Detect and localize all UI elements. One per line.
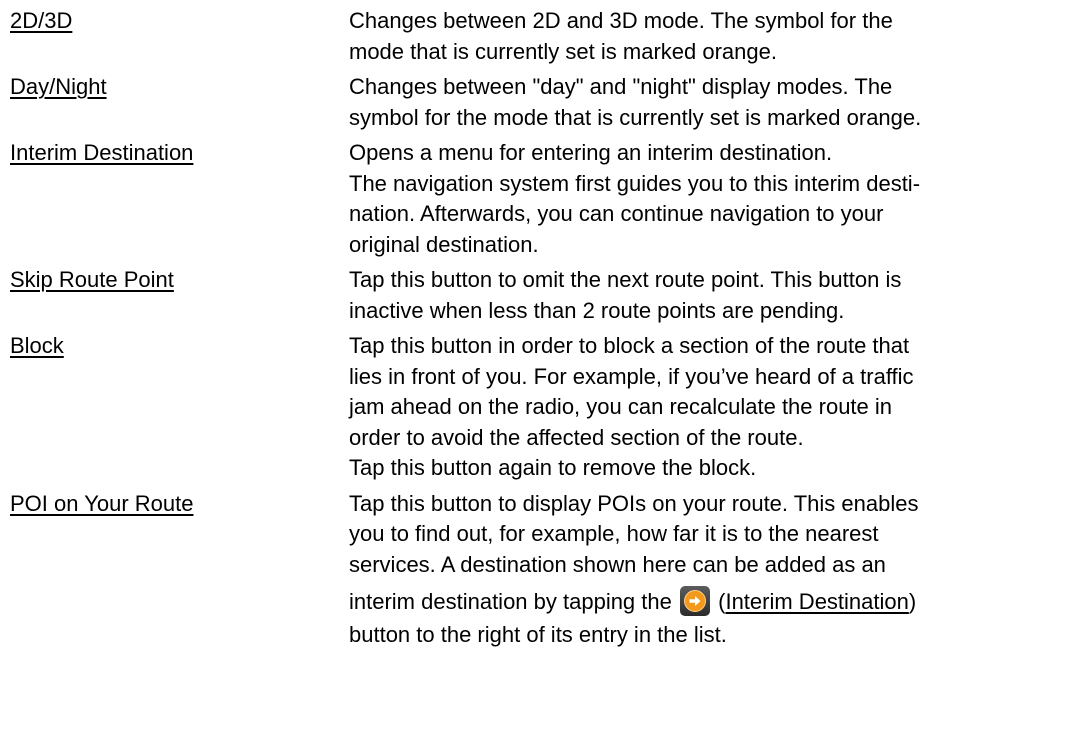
description-line: original destination. — [349, 231, 539, 257]
entry-poi-on-your-route: POI on Your Route Tap this button to dis… — [10, 489, 1070, 651]
description-line: button to the right of its entry in the … — [349, 622, 727, 647]
glossary-document: 2D/3D Changes between 2D and 3D mode. Th… — [10, 6, 1070, 656]
term-day-night: Day/Night — [10, 74, 107, 99]
entry-interim-destination: Interim Destination Opens a menu for ent… — [10, 138, 1070, 260]
description-2d-3d: Changes between 2D and 3D mode. The symb… — [349, 6, 1074, 67]
description-line: mode that is currently set is marked ora… — [349, 38, 777, 64]
arrow-right-circle-icon — [684, 590, 706, 613]
description-line: nation. Afterwards, you can continue nav… — [349, 201, 884, 226]
term-skip-route-point: Skip Route Point — [10, 267, 174, 292]
description-line: lies in front of you. For example, if yo… — [349, 363, 914, 389]
description-interim-destination: Opens a menu for entering an interim des… — [349, 138, 1074, 260]
description-line: Opens a menu for entering an interim des… — [349, 140, 833, 165]
description-line: symbol for the mode that is currently se… — [349, 104, 922, 130]
entry-day-night: Day/Night Changes between "day" and "nig… — [10, 72, 1070, 133]
description-line: order to avoid the affected section of t… — [349, 424, 804, 450]
description-line: jam ahead on the radio, you can recalcul… — [349, 394, 893, 419]
description-line: Changes between "day" and "night" displa… — [349, 74, 893, 99]
paren-close: ) — [908, 589, 917, 614]
entry-skip-route-point: Skip Route Point Tap this button to omit… — [10, 265, 1070, 326]
description-line: services. A destination shown here can b… — [349, 551, 886, 577]
term-poi-on-your-route: POI on Your Route — [10, 490, 194, 516]
term-2d-3d: 2D/3D — [10, 8, 73, 33]
description-line-with-icon: interim destination by tapping the (Inte… — [349, 584, 1074, 620]
term-interim-destination: Interim Destination — [10, 140, 194, 165]
term-block: Block — [10, 333, 64, 358]
entry-block: Block Tap this button in order to block … — [10, 331, 1070, 484]
description-line: Tap this button to display POIs on your … — [349, 490, 919, 516]
description-day-night: Changes between "day" and "night" displa… — [349, 72, 1074, 133]
description-line: The navigation system first guides you t… — [349, 170, 921, 196]
description-line: you to find out, for example, how far it… — [349, 521, 879, 546]
description-line: Tap this button again to remove the bloc… — [349, 455, 757, 480]
description-line: Tap this button in order to block a sect… — [349, 333, 910, 358]
interim-destination-link: Interim Destination — [725, 589, 909, 614]
description-block: Tap this button in order to block a sect… — [349, 331, 1074, 484]
description-line: inactive when less than 2 route points a… — [349, 297, 845, 323]
description-poi-on-your-route: Tap this button to display POIs on your … — [349, 489, 1074, 651]
interim-destination-arrow-icon — [680, 586, 710, 617]
description-line: Changes between 2D and 3D mode. The symb… — [349, 8, 893, 33]
description-line: Tap this button to omit the next route p… — [349, 267, 902, 292]
description-skip-route-point: Tap this button to omit the next route p… — [349, 265, 1074, 326]
entry-2d-3d: 2D/3D Changes between 2D and 3D mode. Th… — [10, 6, 1070, 67]
icon-line-text: interim destination by tapping the — [349, 589, 672, 614]
